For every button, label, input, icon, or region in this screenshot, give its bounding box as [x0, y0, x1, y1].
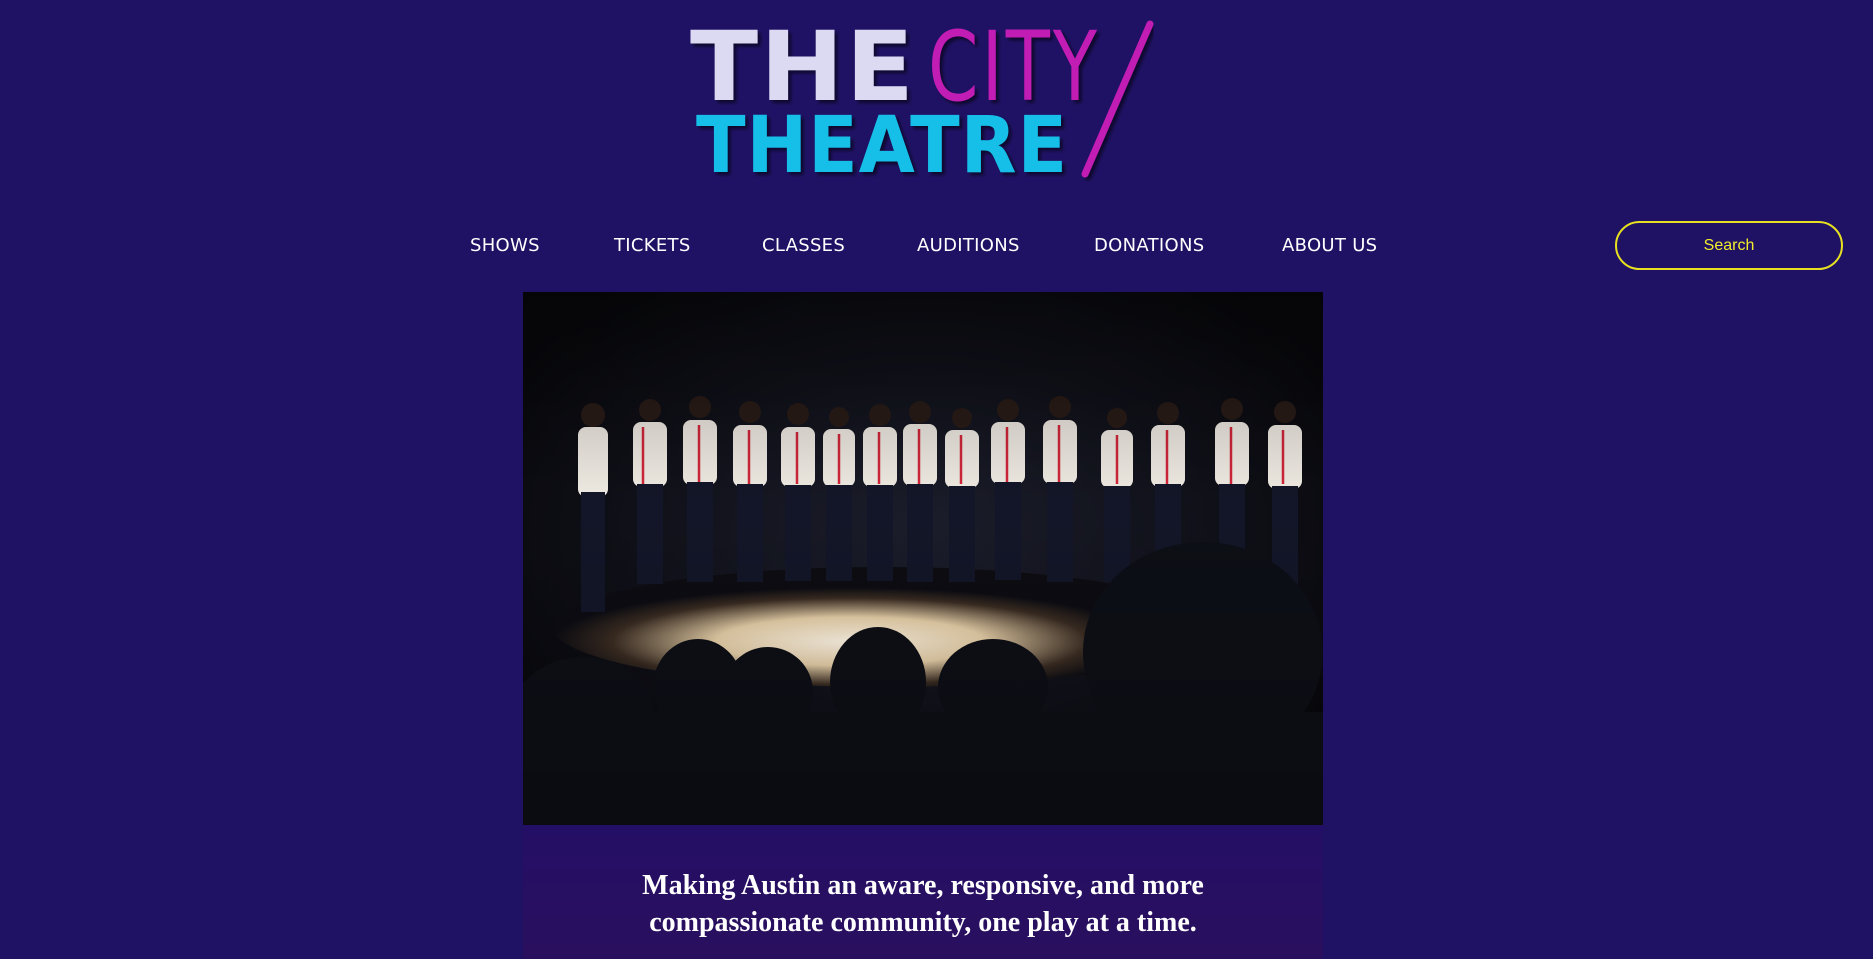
hero-image: [523, 292, 1323, 825]
search-input[interactable]: Search: [1615, 221, 1843, 270]
logo-theatre-text: THEATRE: [696, 101, 1068, 182]
tagline-section: Making Austin an aware, responsive, and …: [523, 825, 1323, 959]
nav-shows[interactable]: SHOWS: [470, 222, 540, 270]
search-placeholder: Search: [1703, 236, 1755, 254]
nav-donations[interactable]: DONATIONS: [1094, 222, 1204, 270]
tagline-line-2: compassionate community, one play at a t…: [649, 907, 1197, 938]
nav-auditions[interactable]: AUDITIONS: [917, 222, 1020, 270]
site-logo[interactable]: THE CITY THEATRE: [680, 16, 1170, 182]
nav-tickets[interactable]: TICKETS: [614, 222, 691, 270]
page: THE CITY THEATRE SHOWS TICKETS CLASSES A…: [0, 0, 1873, 959]
tagline-line-1: Making Austin an aware, responsive, and …: [642, 870, 1204, 901]
nav-about-us[interactable]: ABOUT US: [1282, 222, 1377, 270]
tagline: Making Austin an aware, responsive, and …: [523, 867, 1323, 941]
nav-classes[interactable]: CLASSES: [762, 222, 845, 270]
